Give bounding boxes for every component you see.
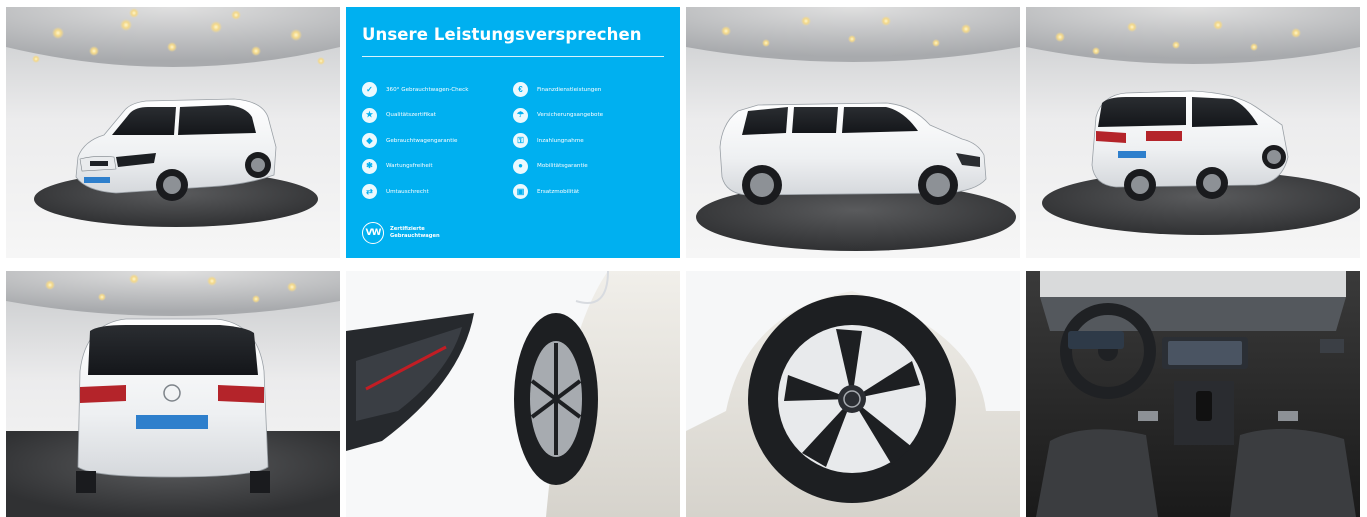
promo-feature: ⚿ Inzahlungnahme [513,128,664,154]
finance-icon: € [513,82,528,98]
promo-feature-label: Umtauschrecht [386,188,429,195]
promo-feature: ◆ Gebrauchtwagengarantie [362,128,513,154]
promo-feature: ★ Qualitätszertifikat [362,103,513,129]
promo-feature: ● Mobilitätsgarantie [513,154,664,180]
replacement-car-icon: ▣ [513,184,528,200]
gallery-image-headlight[interactable] [346,271,680,517]
promo-feature: ⇄ Umtauschrecht [362,179,513,205]
promo-feature: ☂ Versicherungsangebote [513,103,664,129]
wrench-icon: ✱ [362,158,377,174]
promo-feature-label: Inzahlungnahme [537,137,584,144]
car-check-icon: ✓ [362,82,377,98]
key-icon: ⚿ [513,133,528,149]
wheel-photo [686,271,1020,517]
promo-feature: ▣ Ersatzmobilität [513,179,664,205]
promo-features-right: € Finanzdienstleistungen ☂ Versicherungsan… [513,77,664,205]
exchange-icon: ⇄ [362,184,377,200]
promo-feature-label: Gebrauchtwagengarantie [386,137,458,144]
promo-features: ✓ 360° Gebrauchtwagen-Check ★ Qualitätszer… [362,77,664,205]
headlight-photo [346,271,680,517]
promo-feature: ✓ 360° Gebrauchtwagen-Check [362,77,513,103]
promo-feature-label: Qualitätszertifikat [386,112,436,119]
promo-feature-label: Ersatzmobilität [537,188,580,195]
promo-feature-label: Mobilitätsgarantie [537,163,588,170]
gallery-image-side[interactable] [686,7,1020,258]
shield-icon: ◆ [362,133,377,149]
certificate-icon: ★ [362,107,377,123]
brand-line-2: Gebrauchtwagen [390,233,440,239]
promo-feature-label: Wartungsfreiheit [386,163,433,170]
promo-title: Unsere Leistungsversprechen [362,25,642,44]
car-rear-left-photo [1026,7,1360,258]
gallery-image-rear[interactable] [6,271,340,517]
car-front-left-photo [6,7,340,258]
car-rear-photo [6,271,340,517]
promo-feature: € Finanzdienstleistungen [513,77,664,103]
brand-text: Zertifizierte Gebrauchtwagen [390,226,440,240]
vw-logo-text: VW [365,228,382,238]
vw-logo-icon: VW [362,222,384,244]
promo-brand: VW Zertifizierte Gebrauchtwagen [362,222,440,244]
promo-divider [362,56,664,57]
brand-line-1: Zertifizierte [390,226,425,232]
mobility-icon: ● [513,158,528,174]
gallery-image-wheel[interactable] [686,271,1020,517]
promo-features-left: ✓ 360° Gebrauchtwagen-Check ★ Qualitätszer… [362,77,513,205]
insurance-icon: ☂ [513,107,528,123]
gallery-image-front-left[interactable] [6,7,340,258]
gallery-image-rear-left[interactable] [1026,7,1360,258]
promo-feature-label: 360° Gebrauchtwagen-Check [386,86,469,93]
gallery-image-interior[interactable] [1026,271,1360,517]
car-side-photo [686,7,1020,258]
promo-feature-label: Finanzdienstleistungen [537,86,602,93]
promo-feature: ✱ Wartungsfreiheit [362,154,513,180]
interior-photo [1026,271,1360,517]
promo-card[interactable]: Unsere Leistungsversprechen ✓ 360° Gebrau… [346,7,680,258]
promo-feature-label: Versicherungsangebote [537,112,604,119]
